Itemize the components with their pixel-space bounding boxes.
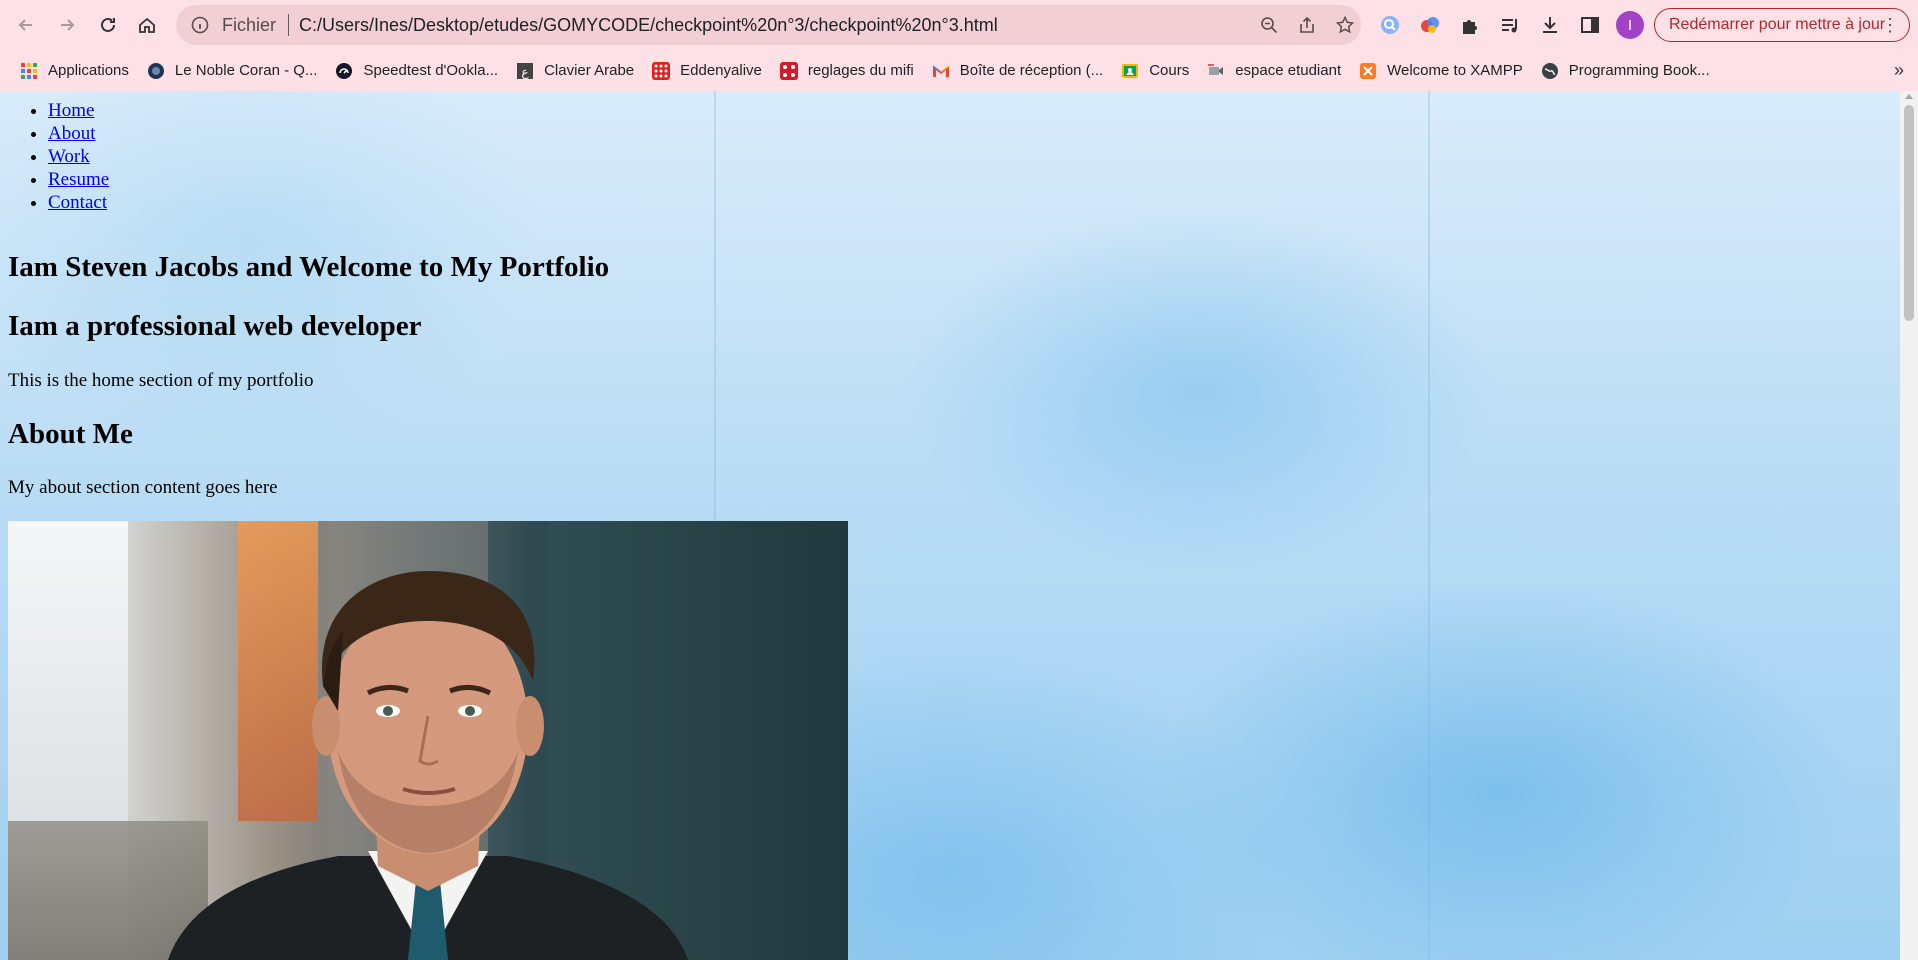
portrait-figure [168,571,688,960]
bookmark-item-xampp[interactable]: Welcome to XAMPP [1359,62,1523,80]
nav-link-contact[interactable]: Contact [48,192,107,213]
page-scrollbar[interactable] [1900,91,1918,960]
eddenya-icon [652,61,671,80]
zoom-icon[interactable] [1259,15,1279,35]
url-text[interactable]: C:/Users/Ines/Desktop/etudes/GOMYCODE/ch… [299,15,998,36]
bookmark-item-eddenyalive[interactable]: Eddenyalive [652,61,762,80]
bookmark-item-clavier-arabe[interactable]: ع Clavier Arabe [516,62,634,80]
reload-button[interactable] [93,10,123,40]
bookmark-label: espace etudiant [1235,62,1342,79]
keyboard-site-icon: ع [517,62,534,79]
nav-item: Home [48,99,109,122]
forward-button[interactable] [52,10,82,40]
bookmark-label: Programming Book... [1568,62,1710,79]
nav-link-home[interactable]: Home [48,100,94,121]
nav-item: Resume [48,168,109,191]
bookmark-label: Welcome to XAMPP [1387,62,1523,79]
browser-toolbar: Fichier C:/Users/Ines/Desktop/etudes/GOM… [0,0,1918,50]
nav-item: About [48,122,109,145]
more-menu-icon[interactable]: ⋮ [1881,15,1899,35]
url-scheme-label: Fichier [222,14,277,35]
classroom-icon [1122,63,1139,78]
url-divider [288,14,290,36]
profile-avatar[interactable]: I [1616,11,1644,39]
xampp-icon [1360,62,1377,79]
lens-extension-icon[interactable] [1377,12,1403,38]
address-bar[interactable]: Fichier C:/Users/Ines/Desktop/etudes/GOM… [176,5,1361,45]
update-button-label: Redémarrer pour mettre à jour [1669,16,1886,33]
browser-chrome: Fichier C:/Users/Ines/Desktop/etudes/GOM… [0,0,1918,91]
home-section-text: This is the home section of my portfolio [8,370,314,391]
address-bar-actions [1259,5,1355,45]
scroll-up-arrow-icon[interactable] [1905,94,1913,99]
share-icon[interactable] [1297,15,1317,35]
bookmark-label: Cours [1149,62,1190,79]
side-panel-icon[interactable] [1577,12,1603,38]
nav-link-about[interactable]: About [48,123,96,144]
about-heading: About Me [8,418,133,450]
scrollbar-thumb[interactable] [1904,105,1914,321]
bookmarks-bar: Applications Le Noble Coran - Q... Speed… [0,50,1918,91]
bookmark-item-espace-etudiant[interactable]: espace etudiant [1207,62,1341,80]
profile-photo [8,521,848,960]
quran-site-icon [147,62,164,79]
bookmark-label: Speedtest d'Ookla... [363,62,499,79]
info-icon[interactable] [190,15,210,35]
bookmark-item-quran[interactable]: Le Noble Coran - Q... [147,62,318,80]
back-button[interactable] [11,10,41,40]
home-icon [139,17,155,33]
bookmark-item-speedtest[interactable]: Speedtest d'Ookla... [335,62,498,80]
background-tile-seam [1428,91,1430,960]
nav-item: Work [48,145,109,168]
download-icon[interactable] [1537,12,1563,38]
extension-icon[interactable] [1417,12,1443,38]
reload-icon [101,17,115,32]
back-arrow-icon [18,19,32,31]
update-button[interactable]: Redémarrer pour mettre à jour ⋮ [1654,8,1910,42]
nav-item: Contact [48,191,109,214]
router-icon [779,61,798,80]
nav-link-work[interactable]: Work [48,146,90,167]
bookmark-item-applications[interactable]: Applications [20,62,129,80]
gmail-icon [932,65,950,77]
bookmark-label: Eddenyalive [680,62,762,79]
bookmark-label: Boîte de réception (... [959,62,1104,79]
svg-text:ع: ع [522,65,530,79]
welcome-heading: Iam Steven Jacobs and Welcome to My Port… [8,251,610,283]
nav-link-resume[interactable]: Resume [48,169,109,190]
bookmark-label: Applications [48,62,129,79]
apps-grid-icon [21,62,37,79]
role-heading: Iam a professional web developer [8,310,422,342]
bookmark-item-cours[interactable]: Cours [1121,62,1189,80]
bookmark-star-icon[interactable] [1335,15,1355,35]
nav-list: Home About Work Resume Contact [8,99,109,214]
bookmark-item-programming-books[interactable]: Programming Book... [1541,62,1710,80]
bookmarks-overflow-icon[interactable]: » [1894,60,1904,81]
about-section-text: My about section content goes here [8,477,278,498]
forward-arrow-icon [61,19,75,31]
speedtest-icon [336,62,353,79]
home-button[interactable] [132,10,162,40]
media-queue-icon[interactable] [1497,12,1523,38]
student-space-icon [1208,63,1224,75]
bookmark-item-gmail[interactable]: Boîte de réception (... [932,62,1103,80]
page-viewport: Home About Work Resume Contact Iam Steve… [0,91,1900,960]
globe-icon [1541,62,1558,79]
extensions-puzzle-icon[interactable] [1457,12,1483,38]
bookmark-item-mifi[interactable]: reglages du mifi [779,61,914,80]
bookmark-label: Le Noble Coran - Q... [174,62,318,79]
bookmark-label: reglages du mifi [807,62,914,79]
bookmark-label: Clavier Arabe [544,62,635,79]
